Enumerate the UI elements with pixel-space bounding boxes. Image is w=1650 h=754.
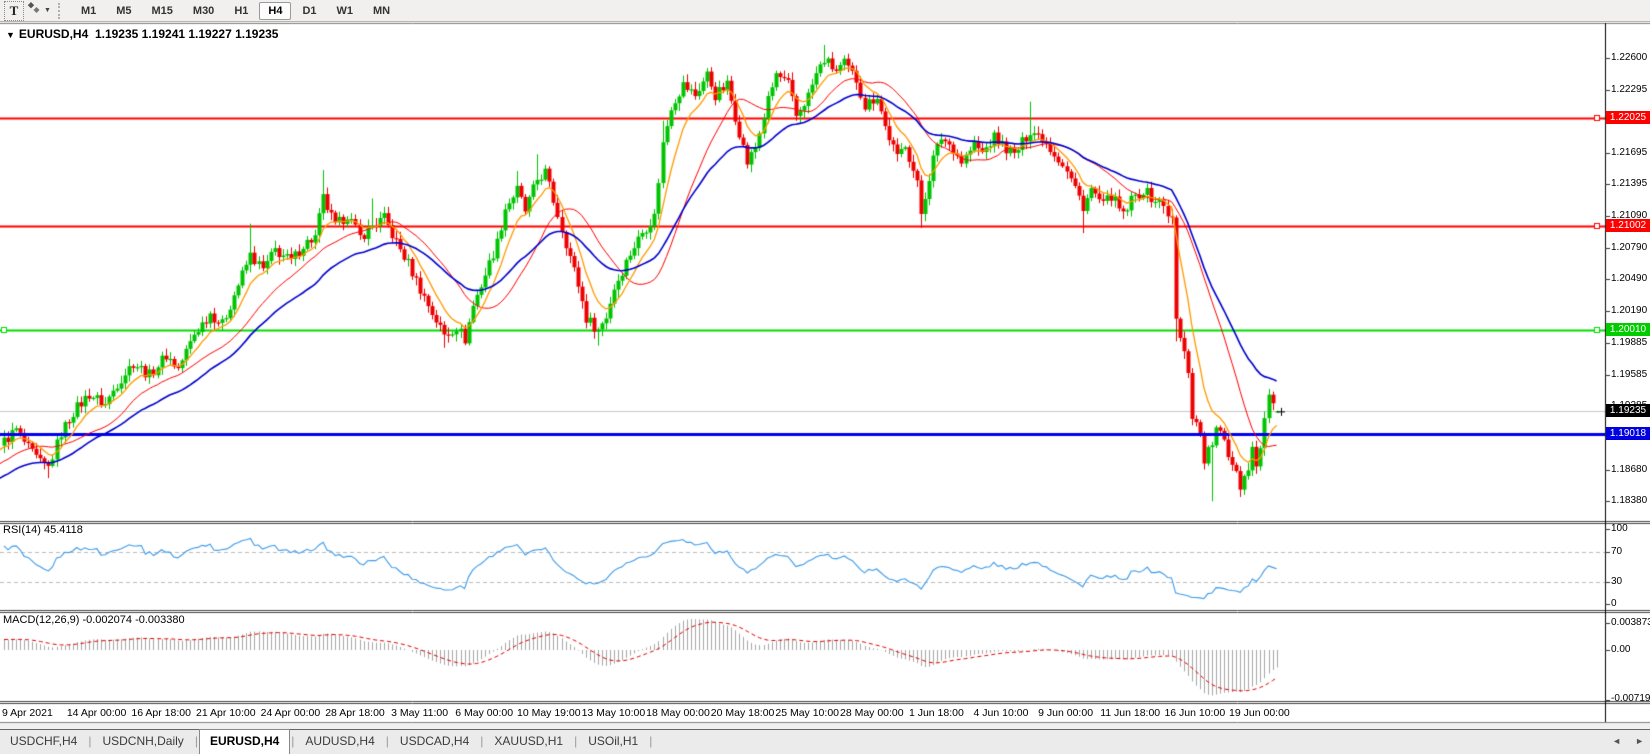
chart-ohlc-quotes: 1.19235 1.19241 1.19227 1.19235 bbox=[95, 27, 279, 41]
price-level-label: 1.19018 bbox=[1606, 427, 1650, 440]
time-axis-label: 21 Apr 10:00 bbox=[196, 707, 256, 719]
chart-canvas[interactable] bbox=[0, 0, 1650, 754]
rsi-tick-label: 100 bbox=[1611, 523, 1628, 534]
price-tick-label: 1.19885 bbox=[1611, 337, 1647, 348]
macd-label: MACD(12,26,9) -0.002074 -0.003380 bbox=[3, 614, 185, 626]
tab-usdcad-h4[interactable]: USDCAD,H4 bbox=[390, 730, 479, 754]
chart-symbol-label: EURUSD,H4 bbox=[19, 27, 88, 41]
macd-tick-label: -0.00719 bbox=[1611, 693, 1650, 704]
time-axis-label: 28 Apr 18:00 bbox=[325, 707, 385, 719]
timeframe-buttons: M1M5M15M30H1H4D1W1MN bbox=[71, 2, 400, 20]
price-tick-label: 1.20790 bbox=[1611, 242, 1647, 253]
toolbar-grip bbox=[58, 3, 63, 19]
rsi-tick-label: 0 bbox=[1611, 598, 1617, 609]
time-axis-label: 3 May 11:00 bbox=[391, 707, 448, 719]
tab-scroll-right-icon[interactable]: ► bbox=[1635, 736, 1644, 746]
time-axis-label: 6 May 00:00 bbox=[455, 707, 513, 719]
time-axis-label: 20 May 18:00 bbox=[711, 707, 775, 719]
mt4-window: { "toolbar": { "text_tool_label": "T", "… bbox=[0, 0, 1650, 754]
time-axis-label: 4 Jun 10:00 bbox=[974, 707, 1029, 719]
price-tick-label: 1.19585 bbox=[1611, 369, 1647, 380]
price-tick-label: 1.20190 bbox=[1611, 305, 1647, 316]
price-tick-label: 1.20490 bbox=[1611, 273, 1647, 284]
macd-tick-label: 0.00 bbox=[1611, 644, 1630, 655]
timeframe-button-m30[interactable]: M30 bbox=[184, 2, 223, 20]
rsi-label: RSI(14) 45.4118 bbox=[3, 524, 83, 536]
tab-eurusd-h4[interactable]: EURUSD,H4 bbox=[199, 729, 290, 754]
collapse-caret-icon[interactable]: ▼ bbox=[6, 30, 15, 40]
tab-scroll-arrows: ◄ ► bbox=[1612, 736, 1644, 746]
symbol-tabbar: USDCHF,H4|USDCNH,Daily|EURUSD,H4|AUDUSD,… bbox=[0, 729, 1650, 754]
tab-usdchf-h4[interactable]: USDCHF,H4 bbox=[0, 730, 87, 754]
tab-separator: | bbox=[648, 730, 653, 754]
tab-usdcnh-daily[interactable]: USDCNH,Daily bbox=[92, 730, 193, 754]
timeframe-button-mn[interactable]: MN bbox=[364, 2, 399, 20]
time-axis-label: 24 Apr 00:00 bbox=[261, 707, 321, 719]
cursor-tool-button[interactable]: ▼ bbox=[26, 2, 51, 20]
timeframe-button-m15[interactable]: M15 bbox=[143, 2, 182, 20]
time-axis-label: 14 Apr 00:00 bbox=[67, 707, 127, 719]
price-level-label: 1.20010 bbox=[1606, 323, 1650, 336]
toolbar: T ▼ M1M5M15M30H1H4D1W1MN bbox=[0, 0, 1650, 22]
time-axis-label: 18 May 00:00 bbox=[646, 707, 710, 719]
time-axis-label: 16 Jun 10:00 bbox=[1164, 707, 1225, 719]
price-tick-label: 1.18680 bbox=[1611, 464, 1647, 475]
time-axis-label: 10 May 19:00 bbox=[517, 707, 581, 719]
price-level-label: 1.19235 bbox=[1606, 404, 1650, 417]
timeframe-button-m1[interactable]: M1 bbox=[72, 2, 105, 20]
price-tick-label: 1.18380 bbox=[1611, 495, 1647, 506]
timeframe-button-d1[interactable]: D1 bbox=[293, 2, 325, 20]
rsi-tick-label: 70 bbox=[1611, 546, 1622, 557]
price-level-label: 1.21002 bbox=[1606, 219, 1650, 232]
tab-scroll-left-icon[interactable]: ◄ bbox=[1612, 736, 1621, 746]
timeframe-button-h1[interactable]: H1 bbox=[225, 2, 257, 20]
time-axis-label: 25 May 10:00 bbox=[775, 707, 839, 719]
cursor-tool-icon bbox=[26, 1, 42, 20]
time-axis-label: 28 May 00:00 bbox=[840, 707, 904, 719]
macd-tick-label: 0.003873 bbox=[1611, 617, 1650, 628]
time-axis-label: 11 Jun 18:00 bbox=[1100, 707, 1160, 719]
price-tick-label: 1.22295 bbox=[1611, 84, 1647, 95]
price-tick-label: 1.22600 bbox=[1611, 52, 1647, 63]
tab-audusd-h4[interactable]: AUDUSD,H4 bbox=[295, 730, 384, 754]
tab-xauusd-h1[interactable]: XAUUSD,H1 bbox=[484, 730, 573, 754]
price-tick-label: 1.21395 bbox=[1611, 178, 1647, 189]
text-tool-button[interactable]: T bbox=[4, 1, 24, 21]
time-axis-label: 16 Apr 18:00 bbox=[131, 707, 191, 719]
time-axis-label: 19 Jun 00:00 bbox=[1229, 707, 1290, 719]
time-axis-label: 1 Jun 18:00 bbox=[909, 707, 964, 719]
rsi-tick-label: 30 bbox=[1611, 576, 1622, 587]
tab-usoil-h1[interactable]: USOil,H1 bbox=[578, 730, 648, 754]
chevron-down-icon[interactable]: ▼ bbox=[44, 7, 51, 14]
chart-title: ▼ EURUSD,H4 1.19235 1.19241 1.19227 1.192… bbox=[6, 27, 278, 41]
timeframe-button-w1[interactable]: W1 bbox=[328, 2, 363, 20]
time-axis-label: 9 Jun 00:00 bbox=[1038, 707, 1093, 719]
symbol-tabs: USDCHF,H4|USDCNH,Daily|EURUSD,H4|AUDUSD,… bbox=[0, 730, 653, 754]
price-tick-label: 1.21695 bbox=[1611, 147, 1647, 158]
price-level-label: 1.22025 bbox=[1606, 111, 1650, 124]
time-axis-label: 13 May 10:00 bbox=[582, 707, 646, 719]
time-axis-label: 9 Apr 2021 bbox=[2, 707, 53, 719]
timeframe-button-h4[interactable]: H4 bbox=[259, 2, 291, 20]
timeframe-button-m5[interactable]: M5 bbox=[107, 2, 140, 20]
